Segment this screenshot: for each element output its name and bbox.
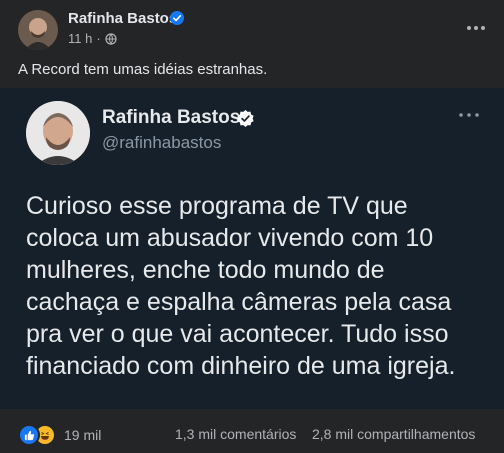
- shares-count-link[interactable]: 2,8 mil compartilhamentos: [312, 426, 475, 442]
- tweet-handle: @rafinhabastos: [102, 133, 222, 152]
- embedded-tweet-image[interactable]: Rafinha Bastos @rafinhabastos Curioso es…: [0, 88, 504, 409]
- reaction-count: 19 mil: [64, 427, 102, 443]
- post-header: Rafinha Bastos 11 h ·: [0, 0, 504, 54]
- post-caption: A Record tem umas idéias estranhas.: [18, 61, 268, 78]
- tweet-line: coloca um abusador vivendo com 10: [26, 224, 434, 252]
- tweet-text: Curioso esse programa de TV que coloca u…: [26, 190, 486, 382]
- tweet-author-name: Rafinha Bastos: [102, 107, 241, 128]
- tweet-line: Curioso esse programa de TV que: [26, 192, 408, 220]
- tweet-line: cachaça e espalha câmeras pela casa: [26, 288, 452, 316]
- post-more-button[interactable]: [462, 14, 490, 42]
- like-reaction-icon: [18, 424, 40, 446]
- verified-icon: [170, 11, 184, 25]
- post-timestamp[interactable]: 11 h: [68, 31, 92, 46]
- meta-separator: ·: [96, 31, 101, 46]
- author-name[interactable]: Rafinha Bastos: [68, 10, 177, 27]
- tweet-more-icon: [458, 108, 480, 122]
- facebook-post: Rafinha Bastos 11 h · A Record tem umas …: [0, 0, 504, 453]
- tweet-line: pra ver o que vai acontecer. Tudo isso: [26, 320, 449, 348]
- globe-icon: [105, 32, 117, 45]
- more-icon: [467, 26, 485, 30]
- post-meta: 11 h ·: [68, 31, 117, 46]
- tweet-author-avatar: [26, 101, 90, 165]
- tweet-line: mulheres, enche todo mundo de: [26, 256, 385, 284]
- tweet-verified-icon: [236, 109, 255, 128]
- comments-count-link[interactable]: 1,3 mil comentários: [175, 426, 296, 442]
- author-avatar[interactable]: [18, 10, 58, 50]
- tweet-line: financiado com dinheiro de uma igreja.: [26, 352, 456, 380]
- reactions-summary[interactable]: 19 mil: [18, 424, 101, 446]
- post-footer: 19 mil 1,3 mil comentários 2,8 mil compa…: [0, 415, 504, 453]
